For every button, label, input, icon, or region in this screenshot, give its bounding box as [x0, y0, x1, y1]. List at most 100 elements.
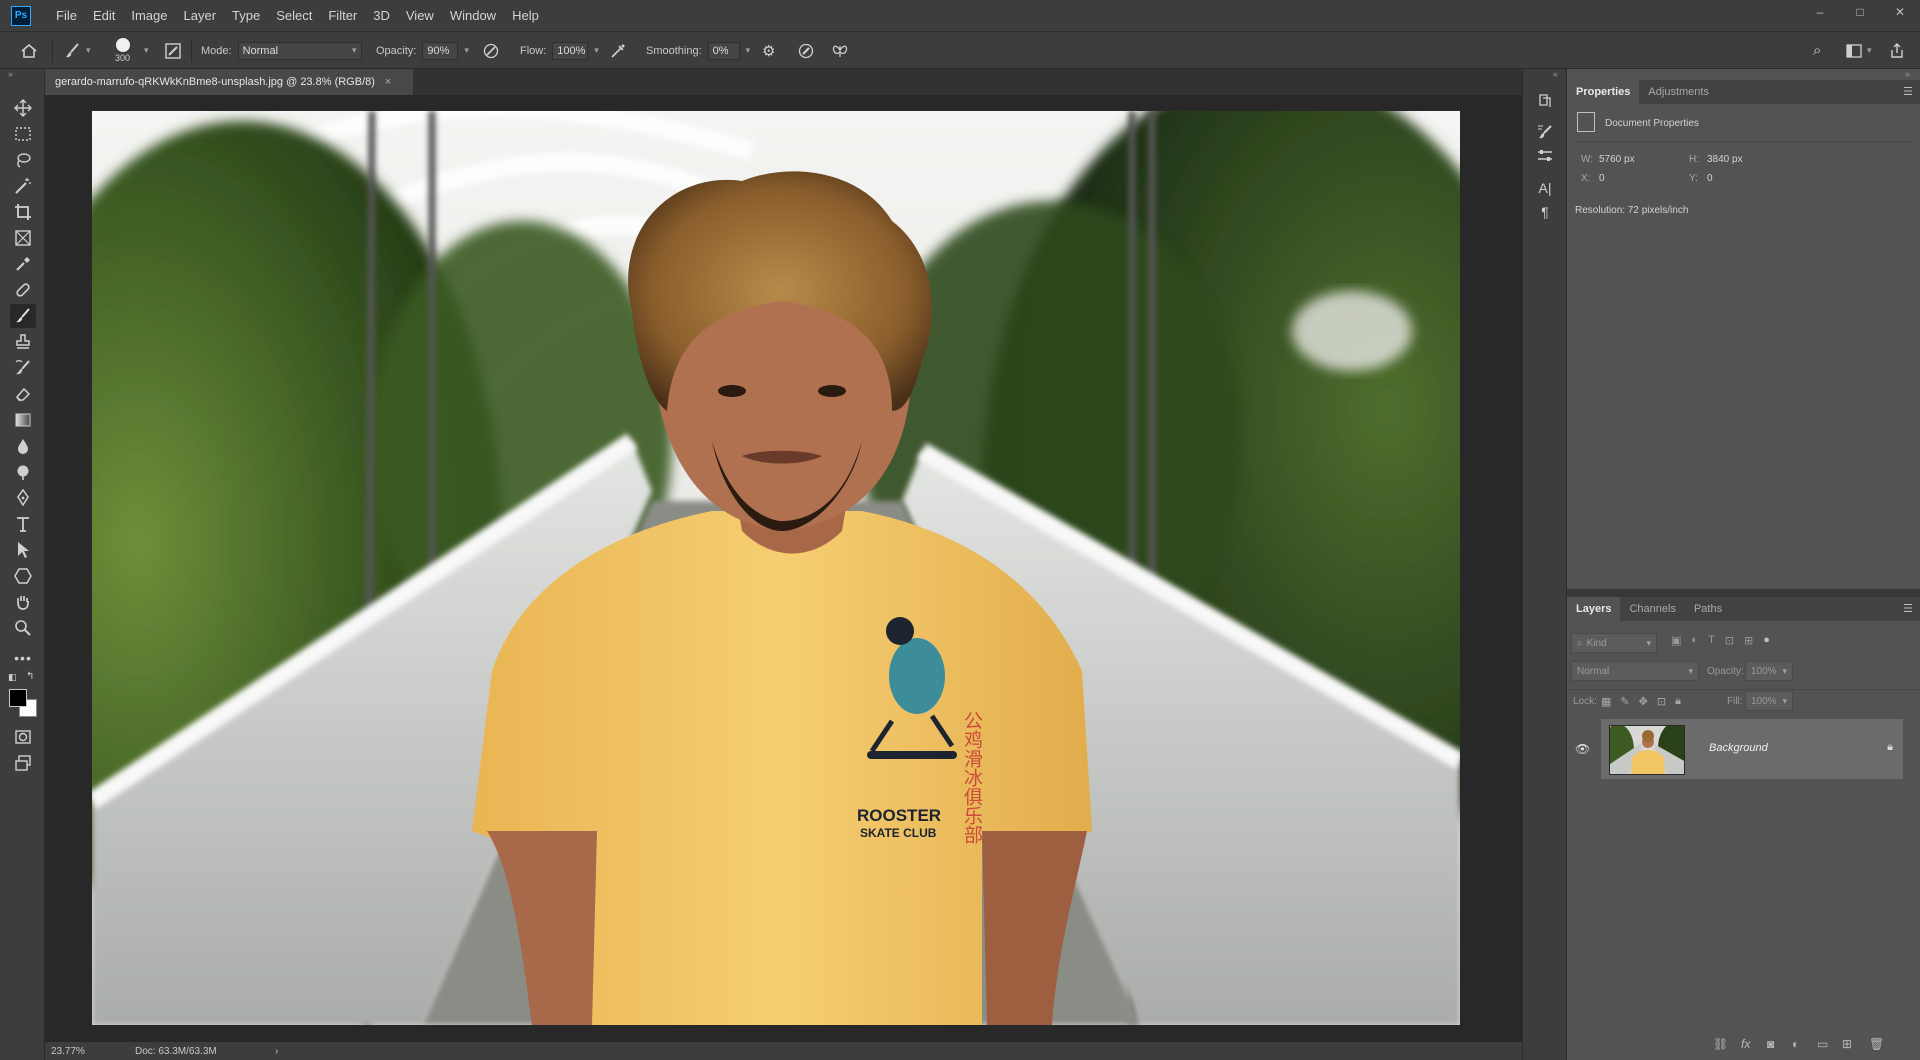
brush-panel-toggle[interactable] [164, 32, 182, 69]
marquee-tool[interactable] [10, 122, 36, 146]
hand-tool[interactable] [10, 590, 36, 614]
share-button[interactable] [1889, 32, 1905, 69]
menu-view[interactable]: View [398, 0, 442, 31]
tab-layers[interactable]: Layers [1567, 597, 1621, 621]
close-button[interactable]: ✕ [1880, 0, 1920, 24]
collapse-panels-icon[interactable]: » [1905, 69, 1910, 79]
blur-tool[interactable] [10, 434, 36, 458]
menu-3d[interactable]: 3D [365, 0, 398, 31]
chevron-down-icon[interactable]: ▾ [746, 45, 751, 56]
frame-tool[interactable] [10, 226, 36, 250]
default-colors-icon[interactable]: ◧ [8, 672, 17, 683]
filter-toggle-icon[interactable]: ● [1763, 634, 1770, 647]
close-tab-icon[interactable]: × [385, 76, 391, 88]
type-tool[interactable] [10, 512, 36, 536]
tab-properties[interactable]: Properties [1567, 80, 1640, 104]
menu-help[interactable]: Help [504, 0, 547, 31]
mode-select[interactable]: Normal ▾ [237, 41, 362, 60]
type-filter-icon[interactable]: T [1708, 634, 1715, 647]
quick-mask-button[interactable] [10, 725, 36, 749]
airbrush-toggle[interactable] [609, 32, 627, 69]
link-layers-icon[interactable]: ⛓︎ [1713, 1037, 1728, 1051]
shape-filter-icon[interactable]: ⊡ [1725, 634, 1734, 647]
chevron-down-icon[interactable]: ▾ [594, 45, 599, 56]
layer-name[interactable]: Background [1709, 742, 1768, 754]
add-mask-icon[interactable]: ◙ [1767, 1037, 1774, 1051]
opacity-input[interactable]: 90% [422, 41, 459, 60]
collapse-arrows-icon[interactable]: « [1553, 69, 1558, 79]
layer-style-icon[interactable]: fx [1741, 1037, 1750, 1051]
layer-lock-icon[interactable]: 🔒︎ [1887, 741, 1893, 754]
screen-mode-button[interactable] [10, 751, 36, 775]
status-menu-arrow-icon[interactable]: › [275, 1046, 278, 1057]
minimize-button[interactable]: – [1800, 0, 1840, 24]
eraser-tool[interactable] [10, 382, 36, 406]
smoothing-options-button[interactable]: ⚙ [762, 32, 775, 69]
lock-position-icon[interactable]: ✥ [1639, 695, 1648, 708]
lock-all-icon[interactable]: 🔒︎ [1675, 695, 1681, 708]
layer-filter-kind[interactable]: ⌕ Kind ▾ [1571, 633, 1657, 653]
eyedropper-tool[interactable] [10, 252, 36, 276]
panel-splitter[interactable] [1567, 589, 1920, 597]
tab-paths[interactable]: Paths [1685, 597, 1731, 621]
chevron-down-icon[interactable]: ▾ [144, 45, 149, 56]
dodge-tool[interactable] [10, 460, 36, 484]
fill-input[interactable]: 100% ▾ [1745, 691, 1793, 711]
home-button[interactable] [20, 32, 38, 69]
lock-transparency-icon[interactable]: ▦ [1601, 695, 1611, 708]
menu-filter[interactable]: Filter [320, 0, 365, 31]
crop-tool[interactable] [10, 200, 36, 224]
quick-selection-tool[interactable] [10, 174, 36, 198]
delete-layer-trash-icon[interactable]: 🗑︎ [1869, 1037, 1884, 1051]
search-button[interactable]: ⌕ [1813, 32, 1821, 69]
panel-menu-icon[interactable]: ☰ [1903, 602, 1913, 615]
zoom-tool[interactable] [10, 616, 36, 640]
height-value[interactable]: 3840 px [1707, 154, 1743, 165]
smoothing-input[interactable]: 0% [707, 41, 740, 60]
zoom-level[interactable]: 23.77% [51, 1046, 125, 1057]
menu-edit[interactable]: Edit [85, 0, 123, 31]
adjustment-filter-icon[interactable]: ◐ [1691, 634, 1698, 647]
new-group-folder-icon[interactable]: ▭ [1817, 1037, 1828, 1051]
brush-size-picker[interactable]: 300 [115, 32, 130, 69]
y-value[interactable]: 0 [1707, 173, 1713, 184]
adjustments-panel-button[interactable] [1533, 145, 1557, 167]
width-value[interactable]: 5760 px [1599, 154, 1635, 165]
document-canvas[interactable]: ROOSTER SKATE CLUB 公鸡滑冰俱乐部 [92, 111, 1460, 1025]
menu-type[interactable]: Type [224, 0, 268, 31]
menu-image[interactable]: Image [123, 0, 175, 31]
canvas-area[interactable]: ROOSTER SKATE CLUB 公鸡滑冰俱乐部 [45, 95, 1522, 1042]
collapse-arrows-icon[interactable]: » [8, 69, 13, 79]
x-value[interactable]: 0 [1599, 173, 1605, 184]
menu-file[interactable]: File [48, 0, 85, 31]
panel-menu-icon[interactable]: ☰ [1903, 85, 1913, 98]
clone-stamp-tool[interactable] [10, 330, 36, 354]
move-tool[interactable] [10, 96, 36, 120]
pressure-size-toggle[interactable] [797, 32, 815, 69]
foreground-color-swatch[interactable] [9, 689, 27, 707]
chevron-down-icon[interactable]: ▾ [464, 45, 469, 56]
tab-adjustments[interactable]: Adjustments [1639, 80, 1718, 104]
menu-window[interactable]: Window [442, 0, 504, 31]
healing-brush-tool[interactable] [10, 278, 36, 302]
lock-pixels-icon[interactable]: ✎ [1620, 695, 1629, 708]
lasso-tool[interactable] [10, 148, 36, 172]
brush-tool[interactable] [10, 304, 36, 328]
pen-tool[interactable] [10, 486, 36, 510]
smart-object-filter-icon[interactable]: ⊞ [1744, 634, 1753, 647]
eye-icon[interactable]: 👁︎ [1575, 742, 1590, 756]
flow-input[interactable]: 100% [552, 41, 589, 60]
maximize-button[interactable]: □ [1840, 0, 1880, 24]
tab-channels[interactable]: Channels [1620, 597, 1684, 621]
new-layer-icon[interactable]: ⊞ [1842, 1037, 1852, 1051]
layer-row[interactable]: Background 🔒︎ [1601, 719, 1903, 779]
layer-opacity-input[interactable]: 100% ▾ [1745, 661, 1793, 681]
character-panel-button[interactable]: A| [1533, 177, 1557, 199]
history-brush-tool[interactable] [10, 356, 36, 380]
menu-layer[interactable]: Layer [176, 0, 225, 31]
paragraph-panel-button[interactable]: ¶ [1533, 201, 1557, 223]
lock-artboard-icon[interactable]: ⊡ [1657, 695, 1666, 708]
swap-colors-icon[interactable]: ↰ [26, 671, 34, 682]
workspace-switcher[interactable]: ▾ [1846, 32, 1872, 69]
pressure-opacity-toggle[interactable] [482, 32, 500, 69]
